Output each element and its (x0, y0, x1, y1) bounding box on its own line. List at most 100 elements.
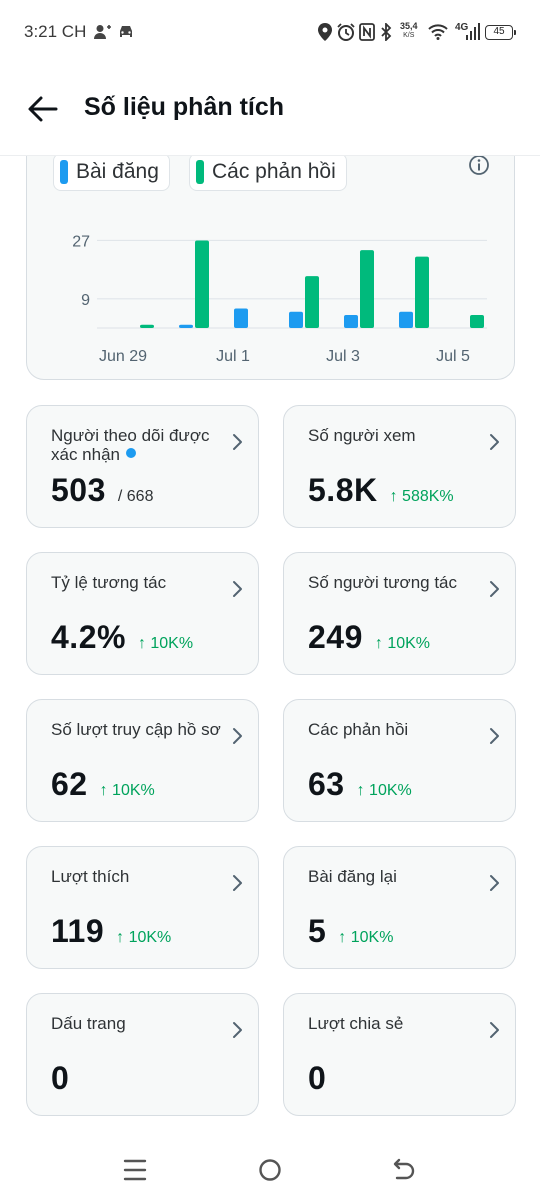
metric-label-text: Dấu trang (51, 1014, 126, 1033)
metric-card[interactable]: Người theo dõi được xác nhận 503 / 668 (26, 405, 259, 528)
nfc-icon (359, 22, 375, 42)
metric-card[interactable]: Tỷ lệ tương tác 4.2% ↑ 10K% (26, 552, 259, 675)
metric-card[interactable]: Dấu trang 0 (26, 993, 259, 1116)
legend-chip-replies[interactable]: Các phản hồi (189, 153, 347, 191)
bar-replies[interactable] (140, 324, 154, 328)
metric-value-row: 5 ↑ 10K% (308, 913, 393, 950)
metric-label: Tỷ lệ tương tác (51, 573, 221, 592)
metric-label-text: Lượt thích (51, 867, 130, 886)
chart-card: 27 9 Jun 29 Jul 1 Jul 3 Jul 5 Bài đăng Các ph… (26, 120, 515, 380)
battery-indicator: 45 (485, 25, 516, 40)
metric-label: Số lượt truy cập hồ sơ (51, 720, 221, 739)
metric-change: ↑ 10K% (338, 929, 394, 946)
metric-value-row: 0 (308, 1060, 326, 1097)
y-tick-label: 9 (81, 292, 90, 309)
x-tick-label: Jul 1 (216, 348, 250, 365)
metric-card[interactable]: Số lượt truy cập hồ sơ 62 ↑ 10K% (26, 699, 259, 822)
chevron-right-icon (233, 1022, 242, 1038)
net-speed: 35,4 K/S (400, 21, 418, 41)
metric-value-row: 119 ↑ 10K% (51, 913, 171, 950)
status-time: 3:21 CH (24, 22, 87, 41)
metric-label-text: Số người tương tác (308, 573, 458, 592)
bar-posts[interactable] (234, 308, 248, 328)
metric-value-row: 249 ↑ 10K% (308, 619, 430, 656)
chevron-right-icon (490, 581, 499, 597)
bar-replies[interactable] (415, 256, 429, 328)
bar-posts[interactable] (179, 324, 193, 328)
x-tick-label: Jul 5 (436, 348, 470, 365)
signal-icon (466, 22, 480, 42)
metric-label-text: Người theo dõi được xác nhận (51, 426, 210, 464)
net-speed-unit: K/S (403, 32, 415, 39)
add-person-icon (94, 22, 112, 42)
metric-value-row: 5.8K ↑ 588K% (308, 472, 454, 509)
recent-apps-icon (123, 1159, 147, 1181)
system-back-button[interactable] (385, 1154, 425, 1186)
back-button[interactable] (26, 94, 60, 124)
metric-label: Lượt chia sẻ (308, 1014, 478, 1033)
bar-replies[interactable] (470, 315, 484, 328)
chevron-right-icon (490, 1022, 499, 1038)
bar-posts[interactable] (399, 311, 413, 328)
chevron-right-icon (233, 434, 242, 450)
metric-label-text: Tỷ lệ tương tác (51, 573, 167, 592)
bar-replies[interactable] (305, 276, 319, 328)
bar-posts[interactable] (289, 311, 303, 328)
system-nav-bar (0, 1140, 540, 1200)
recent-apps-button[interactable] (115, 1154, 155, 1186)
arrow-left-icon (28, 96, 58, 122)
metric-value: 503 (51, 472, 106, 508)
legend-chip-posts[interactable]: Bài đăng (53, 153, 170, 191)
metric-label: Các phản hồi (308, 720, 478, 739)
verified-badge-icon (126, 448, 136, 458)
legend-label-replies: Các phản hồi (212, 160, 336, 183)
metric-value-row: 63 ↑ 10K% (308, 766, 412, 803)
metric-change: ↑ 10K% (374, 635, 431, 652)
metric-label-text: Số người xem (308, 426, 416, 445)
net-speed-value: 35,4 (400, 21, 418, 31)
metric-card[interactable]: Các phản hồi 63 ↑ 10K% (283, 699, 516, 822)
car-icon (117, 22, 135, 42)
bar-replies[interactable] (195, 240, 209, 328)
legend-label-posts: Bài đăng (76, 160, 159, 183)
metric-value: 119 (51, 913, 105, 949)
metric-value-row: 0 (51, 1060, 69, 1097)
metric-value: 249 (308, 619, 363, 655)
app-header: Số liệu phân tích (0, 66, 540, 156)
metric-label: Dấu trang (51, 1014, 221, 1033)
metric-change: ↑ 588K% (389, 488, 454, 505)
metric-value-row: 503 / 668 (51, 472, 153, 509)
chevron-right-icon (233, 728, 242, 744)
wifi-icon (428, 22, 448, 42)
metric-total: / 668 (117, 488, 154, 505)
metric-card[interactable]: Số người xem 5.8K ↑ 588K% (283, 405, 516, 528)
metric-label-text: Số lượt truy cập hồ sơ (51, 720, 221, 739)
metric-card[interactable]: Số người tương tác 249 ↑ 10K% (283, 552, 516, 675)
metric-card[interactable]: Lượt thích 119 ↑ 10K% (26, 846, 259, 969)
chevron-right-icon (490, 875, 499, 891)
metric-label: Bài đăng lại (308, 867, 478, 886)
metric-card[interactable]: Lượt chia sẻ 0 (283, 993, 516, 1116)
metric-label: Số người xem (308, 426, 478, 445)
metric-card[interactable]: Bài đăng lại 5 ↑ 10K% (283, 846, 516, 969)
metric-value: 4.2% (51, 619, 126, 655)
bar-posts[interactable] (344, 315, 358, 328)
metric-change: ↑ 10K% (99, 782, 155, 799)
chevron-right-icon (490, 434, 499, 450)
chevron-right-icon (233, 581, 242, 597)
home-button[interactable] (250, 1154, 290, 1186)
metric-label: Lượt thích (51, 867, 221, 886)
x-tick-label: Jul 3 (326, 348, 360, 365)
metric-change: ↑ 10K% (116, 929, 172, 946)
location-icon (318, 22, 332, 42)
home-icon (259, 1159, 281, 1181)
metric-label-text: Các phản hồi (308, 720, 409, 739)
chevron-right-icon (233, 875, 242, 891)
page-title: Số liệu phân tích (84, 93, 285, 121)
bar-replies[interactable] (360, 250, 374, 328)
metric-value: 0 (308, 1060, 327, 1096)
legend-swatch-replies (196, 160, 204, 184)
info-icon[interactable] (467, 153, 491, 177)
metric-change: ↑ 10K% (356, 782, 412, 799)
back-icon (393, 1158, 415, 1180)
